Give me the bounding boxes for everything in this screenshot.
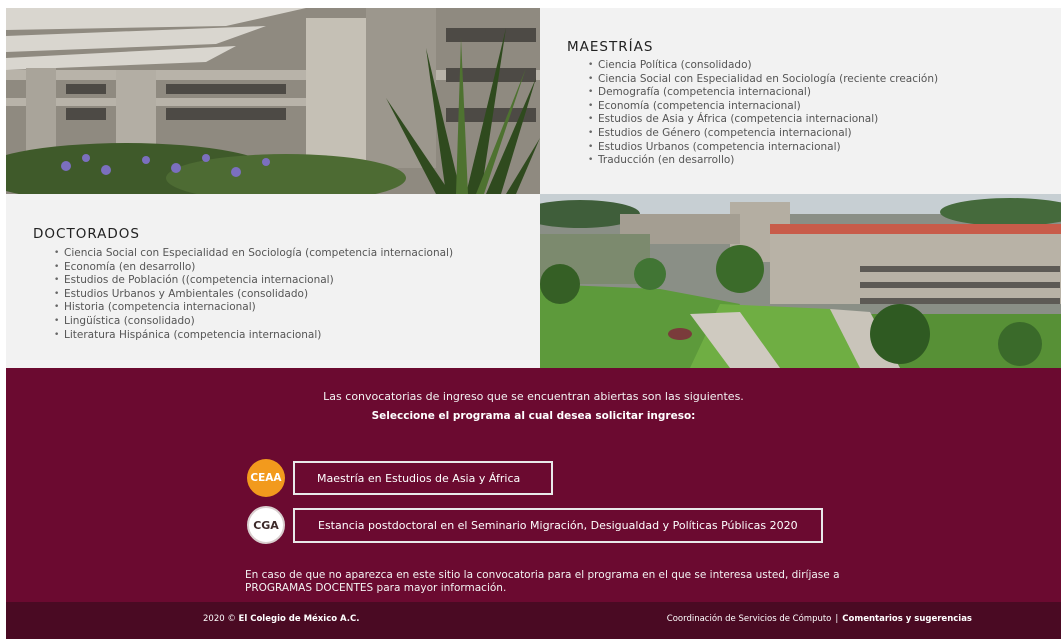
page: MAESTRÍAS Ciencia Política (consolidado)… (0, 0, 1061, 639)
maestrias-item: Demografía (competencia internacional) (588, 86, 938, 100)
maestrias-list: Ciencia Política (consolidado)Ciencia So… (584, 59, 938, 168)
cga-logo-icon: CGA (247, 506, 285, 544)
program-button-asia-africa[interactable]: Maestría en Estudios de Asia y África (293, 461, 553, 495)
footer-copyright: 2020 © El Colegio de México A.C. (203, 614, 359, 624)
doctorados-list: Ciencia Social con Especialidad en Socio… (50, 247, 453, 342)
doctorados-item: Estudios de Población ((competencia inte… (54, 274, 453, 288)
footer: 2020 © El Colegio de México A.C. Coordin… (6, 602, 1061, 639)
maestrias-item: Ciencia Política (consolidado) (588, 59, 938, 73)
maestrias-item: Economía (competencia internacional) (588, 100, 938, 114)
doctorados-item: Estudios Urbanos y Ambientales (consolid… (54, 288, 453, 302)
footer-year: 2020 © (203, 614, 236, 624)
maestrias-item: Ciencia Social con Especialidad en Socio… (588, 73, 938, 87)
doctorados-title: DOCTORADOS (33, 226, 140, 242)
doctorados-item: Literatura Hispánica (competencia intern… (54, 329, 453, 343)
footer-coord: Coordinación de Servicios de Cómputo (666, 614, 832, 624)
doctorados-item: Historia (competencia internacional) (54, 301, 453, 315)
footer-separator: | (835, 614, 839, 624)
ceaa-logo-icon: CEAA (247, 459, 285, 497)
convocatorias-instruction: Seleccione el programa al cual desea sol… (371, 410, 696, 422)
convocatorias-notice: En caso de que no aparezca en este sitio… (245, 569, 840, 594)
maestrias-item: Estudios de Asia y África (competencia i… (588, 113, 938, 127)
building-courtyard-photo (6, 8, 540, 194)
convocatorias-intro: Las convocatorias de ingreso que se encu… (323, 390, 744, 403)
doctorados-item: Lingüística (consolidado) (54, 315, 453, 329)
doctorados-item: Economía (en desarrollo) (54, 261, 453, 275)
maestrias-item: Estudios de Género (competencia internac… (588, 127, 938, 141)
maestrias-panel: MAESTRÍAS Ciencia Política (consolidado)… (540, 8, 1061, 194)
convocatorias-section: Las convocatorias de ingreso que se encu… (6, 368, 1061, 602)
maestrias-title: MAESTRÍAS (567, 39, 654, 55)
maestrias-item: Estudios Urbanos (competencia internacio… (588, 141, 938, 155)
maestrias-item: Traducción (en desarrollo) (588, 154, 938, 168)
feedback-link[interactable]: Comentarios y sugerencias (842, 614, 972, 624)
doctorados-panel: DOCTORADOS Ciencia Social con Especialid… (6, 194, 540, 368)
footer-links: Coordinación de Servicios de Cómputo | Com… (667, 614, 972, 624)
doctorados-item: Ciencia Social con Especialidad en Socio… (54, 247, 453, 261)
program-button-postdoctoral[interactable]: Estancia postdoctoral en el Seminario Mi… (293, 508, 823, 543)
campus-aerial-photo (540, 194, 1061, 368)
footer-org: El Colegio de México A.C. (238, 614, 360, 624)
